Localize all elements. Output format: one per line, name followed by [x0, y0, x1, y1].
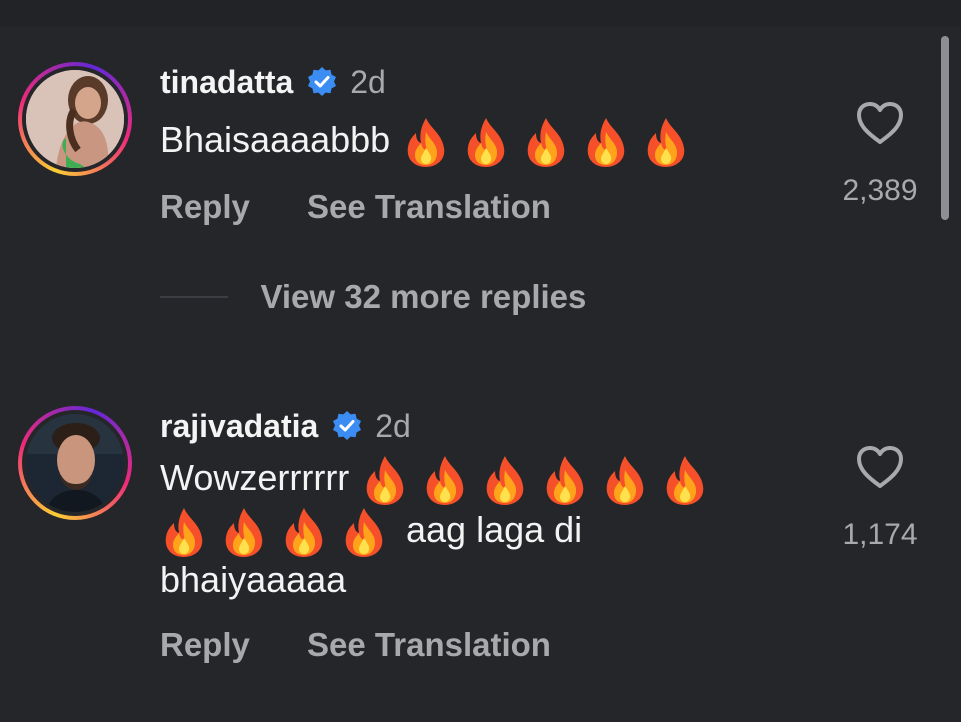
timestamp: 2d — [350, 63, 386, 100]
fire-emoji-icon — [601, 454, 649, 506]
comment-text-line: aag laga di — [160, 504, 709, 558]
fire-emoji-icon — [462, 116, 510, 168]
avatar — [26, 70, 124, 168]
scrollbar[interactable] — [941, 36, 949, 220]
comment-header: tinadatta 2d — [160, 60, 386, 104]
reply-button[interactable]: Reply — [160, 626, 250, 663]
timestamp: 2d — [375, 407, 411, 444]
comment-text-segment: Wowzerrrrrr — [160, 457, 350, 498]
heart-icon[interactable] — [855, 100, 905, 146]
verified-badge-icon — [306, 66, 338, 98]
comment-text-line: Bhaisaaaabbb — [160, 119, 391, 160]
like-section: 1,174 — [840, 444, 920, 552]
username[interactable]: rajivadatia — [160, 408, 318, 444]
heart-icon[interactable] — [855, 444, 905, 490]
comment-text: Wowzerrrrrr aag laga di bhaiyaaaaa — [160, 452, 709, 608]
fire-emoji-icon — [280, 506, 328, 558]
comment-actions: Reply See Translation — [160, 188, 551, 226]
fire-emoji-icon — [402, 116, 450, 168]
fire-emoji-icon — [522, 116, 570, 168]
see-translation-button[interactable]: See Translation — [307, 626, 551, 663]
fire-emoji-icon — [160, 506, 208, 558]
comment-text-segment: aag laga di — [406, 509, 583, 550]
username[interactable]: tinadatta — [160, 64, 293, 100]
like-section: 2,389 — [840, 100, 920, 208]
like-count: 2,389 — [842, 174, 918, 207]
avatar-story-ring[interactable] — [18, 406, 132, 520]
fire-emoji-icon — [661, 454, 709, 506]
view-replies[interactable]: View 32 more replies — [160, 278, 586, 316]
comment-header: rajivadatia 2d — [160, 404, 411, 448]
fire-emoji-icon — [642, 116, 690, 168]
avatar — [26, 414, 124, 512]
top-edge — [0, 0, 961, 26]
fire-emoji-icon — [340, 506, 388, 558]
fire-emoji-icon — [582, 116, 630, 168]
see-translation-button[interactable]: See Translation — [307, 188, 551, 225]
fire-emoji-icon — [421, 454, 469, 506]
view-replies-label[interactable]: View 32 more replies — [260, 278, 586, 315]
avatar-story-ring[interactable] — [18, 62, 132, 176]
fire-emoji-icon — [220, 506, 268, 558]
comment-text: Bhaisaaaabbb — [160, 110, 690, 170]
comment-text-line: Wowzerrrrrr — [160, 452, 709, 506]
fire-emoji-icon — [361, 454, 409, 506]
comment-text-line: bhaiyaaaaa — [160, 556, 709, 608]
like-count: 1,174 — [842, 518, 918, 551]
comment-text-segment: bhaiyaaaaa — [160, 559, 347, 600]
replies-divider — [160, 296, 228, 298]
comment-actions: Reply See Translation — [160, 626, 551, 664]
fire-emoji-icon — [541, 454, 589, 506]
verified-badge-icon — [331, 410, 363, 442]
reply-button[interactable]: Reply — [160, 188, 250, 225]
fire-emoji-icon — [481, 454, 529, 506]
